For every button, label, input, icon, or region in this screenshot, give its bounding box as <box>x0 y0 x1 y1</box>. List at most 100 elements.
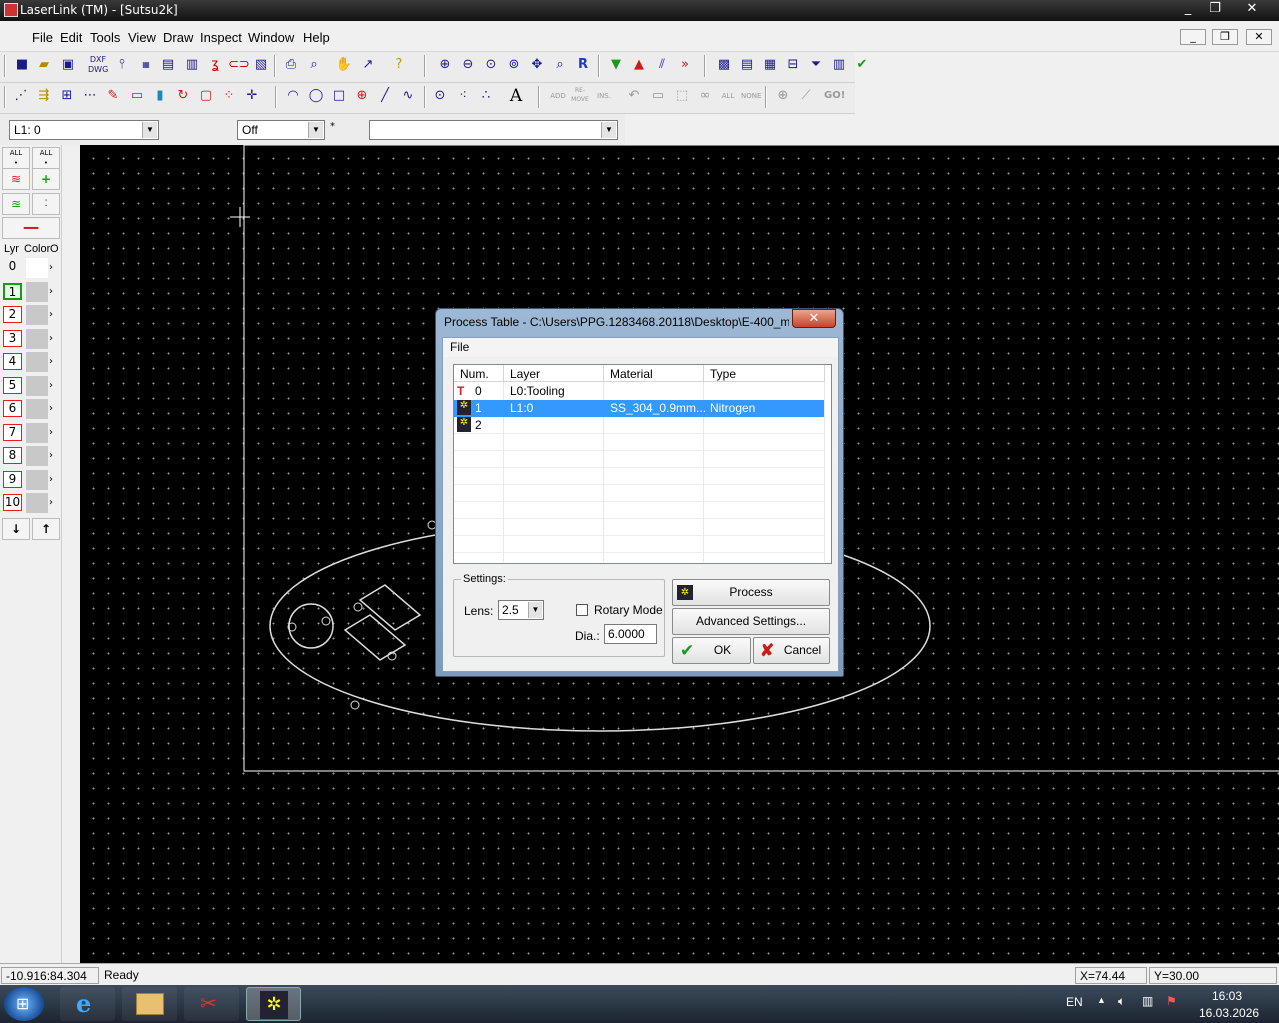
chevron-down-icon[interactable]: ▼ <box>142 122 157 138</box>
chevron-right-icon[interactable]: › <box>49 493 59 513</box>
layer-color-swatch[interactable] <box>26 328 48 349</box>
start-button[interactable]: ⊞ <box>4 987 44 1021</box>
layer-number[interactable]: 2 <box>3 306 22 323</box>
layer-number[interactable]: 6 <box>3 400 22 417</box>
layer-number[interactable]: 0 <box>3 259 22 276</box>
dotted-rect-icon[interactable]: ⬚ <box>672 86 692 106</box>
rounded-rect-icon[interactable]: ▭ <box>127 86 147 106</box>
menu-tools[interactable]: Tools <box>90 30 120 45</box>
layer-color-swatch[interactable] <box>26 469 48 490</box>
layer-number[interactable]: 8 <box>3 447 22 464</box>
column-header-type[interactable]: Type <box>704 365 825 382</box>
layer-number[interactable]: 1 <box>3 282 22 300</box>
close-button[interactable]: ✕ <box>1242 0 1262 18</box>
multi-point-icon[interactable]: ⁖ <box>453 86 473 106</box>
extra-combo[interactable]: ▼ <box>369 120 618 140</box>
path-icon[interactable]: ʓ <box>205 55 225 75</box>
move-up-icon[interactable]: ▲ <box>629 55 649 75</box>
add-button[interactable]: ADD <box>548 86 568 106</box>
tooling-icon[interactable]: ⇶ <box>34 86 54 106</box>
minimize-button[interactable]: _ <box>1178 0 1198 18</box>
dia-input[interactable]: 6.0000 <box>604 624 657 644</box>
layers-green-icon[interactable]: ≊ <box>2 193 30 215</box>
polyline-icon[interactable]: ∿ <box>398 86 418 106</box>
help-icon[interactable]: ? <box>389 55 409 75</box>
menu-view[interactable]: View <box>128 30 156 45</box>
zoom-in-icon[interactable]: ⊕ <box>435 55 455 75</box>
lens-select[interactable]: 2.5 ▼ <box>498 600 544 620</box>
new-file-icon[interactable]: ■ <box>12 55 32 75</box>
zoom-previous-icon[interactable]: ⌕ <box>550 55 570 75</box>
measure-icon[interactable]: ↗ <box>358 55 378 75</box>
chevron-right-icon[interactable]: › <box>49 470 59 490</box>
link-icon[interactable]: ⊂⊃ <box>228 55 250 75</box>
layer-number[interactable]: 4 <box>3 353 22 370</box>
pin-icon[interactable]: ⁎ <box>330 118 335 129</box>
column-header-layer[interactable]: Layer <box>504 365 604 382</box>
chevron-down-icon[interactable]: ▼ <box>601 122 616 138</box>
layer-dots-button[interactable]: ⁚ <box>32 193 60 215</box>
layer-number[interactable]: 5 <box>3 376 22 394</box>
process-table-icon[interactable]: ▩ <box>714 55 734 75</box>
rotate-icon[interactable]: ↻ <box>173 86 193 106</box>
column-header-material[interactable]: Material <box>604 365 704 382</box>
column-header-num[interactable]: Num. <box>454 365 504 382</box>
move-down-icon[interactable]: ▼ <box>606 55 626 75</box>
table-row[interactable]: ✲ 2 <box>454 417 824 434</box>
menu-file[interactable]: File <box>32 30 53 45</box>
remove-button[interactable]: RE-MOVE <box>570 86 590 106</box>
arrow-down-icon[interactable]: ↓ <box>2 518 30 540</box>
all-layers-on-button[interactable]: ALL • <box>2 147 30 169</box>
taskbar-ie[interactable]: e <box>60 987 115 1021</box>
layer-color-swatch[interactable] <box>26 375 48 396</box>
chevron-right-icon[interactable]: › <box>49 446 59 466</box>
cancel-button[interactable]: ✘ Cancel <box>753 637 830 664</box>
fast-forward-icon[interactable]: » <box>675 55 695 75</box>
advanced-settings-button[interactable]: Advanced Settings... <box>672 608 830 635</box>
arc-icon[interactable]: ◠ <box>283 86 303 106</box>
mdi-close-button[interactable]: ✕ <box>1246 29 1272 45</box>
dialog-close-button[interactable]: ✕ <box>792 309 836 328</box>
print-icon[interactable]: ⎙ <box>281 55 301 75</box>
chevron-right-icon[interactable]: › <box>49 305 59 325</box>
layers-stack-icon[interactable]: ≋ <box>2 168 30 190</box>
ok-button[interactable]: ✔ OK <box>672 637 751 664</box>
frame-icon[interactable]: ▢ <box>196 86 216 106</box>
chevron-right-icon[interactable]: › <box>49 423 59 443</box>
nest-icon[interactable]: ▧ <box>251 55 271 75</box>
hpgl-icon[interactable]: ▦ <box>136 55 156 75</box>
pattern-icon[interactable]: ∴ <box>476 86 496 106</box>
undo-icon[interactable]: ↶ <box>624 86 644 106</box>
maximize-button[interactable]: ❐ <box>1205 0 1225 18</box>
chevron-right-icon[interactable]: › <box>49 282 59 302</box>
chevron-right-icon[interactable]: › <box>49 352 59 372</box>
table-icon[interactable]: ▤ <box>737 55 757 75</box>
layer-color-swatch[interactable] <box>26 352 48 372</box>
cut-icon[interactable]: ⊟ <box>783 55 803 75</box>
open-file-icon[interactable]: ▰ <box>34 55 54 75</box>
chevron-right-icon[interactable]: › <box>49 399 59 419</box>
chevron-down-icon[interactable]: ▼ <box>308 122 323 138</box>
layer-color-swatch[interactable] <box>26 446 48 466</box>
hpgl-export-icon[interactable]: ▤ <box>158 55 178 75</box>
redraw-icon[interactable]: R <box>573 55 593 75</box>
rotary-mode-checkbox[interactable] <box>576 604 588 616</box>
menu-help[interactable]: Help <box>303 30 330 45</box>
rect-draw-icon[interactable]: □ <box>329 86 349 106</box>
node-edit-icon[interactable]: ⋰ <box>11 86 31 106</box>
layer-number[interactable]: 7 <box>3 423 22 441</box>
menu-inspect[interactable]: Inspect <box>200 30 242 45</box>
taskbar-laserlink[interactable]: ✲ <box>246 987 301 1021</box>
table-row-selected[interactable]: ✲ 1 L1:0 SS_304_0.9mm... Nitrogen <box>454 400 824 417</box>
text-tool-icon[interactable]: A <box>506 86 526 106</box>
filter-icon[interactable]: ⏷ <box>806 55 826 75</box>
menu-draw[interactable]: Draw <box>163 30 193 45</box>
select-points-icon[interactable]: ⋯ <box>80 86 100 106</box>
lead-icon[interactable]: ⊞ <box>57 86 77 106</box>
zoom-all-icon[interactable]: ⊚ <box>504 55 524 75</box>
dots-icon[interactable]: ⁘ <box>219 86 239 106</box>
menu-edit[interactable]: Edit <box>60 30 82 45</box>
zoom-window-icon[interactable]: ⊙ <box>481 55 501 75</box>
chevron-right-icon[interactable]: › <box>49 376 59 396</box>
all-layers-off-button[interactable]: ALL • <box>32 147 60 169</box>
